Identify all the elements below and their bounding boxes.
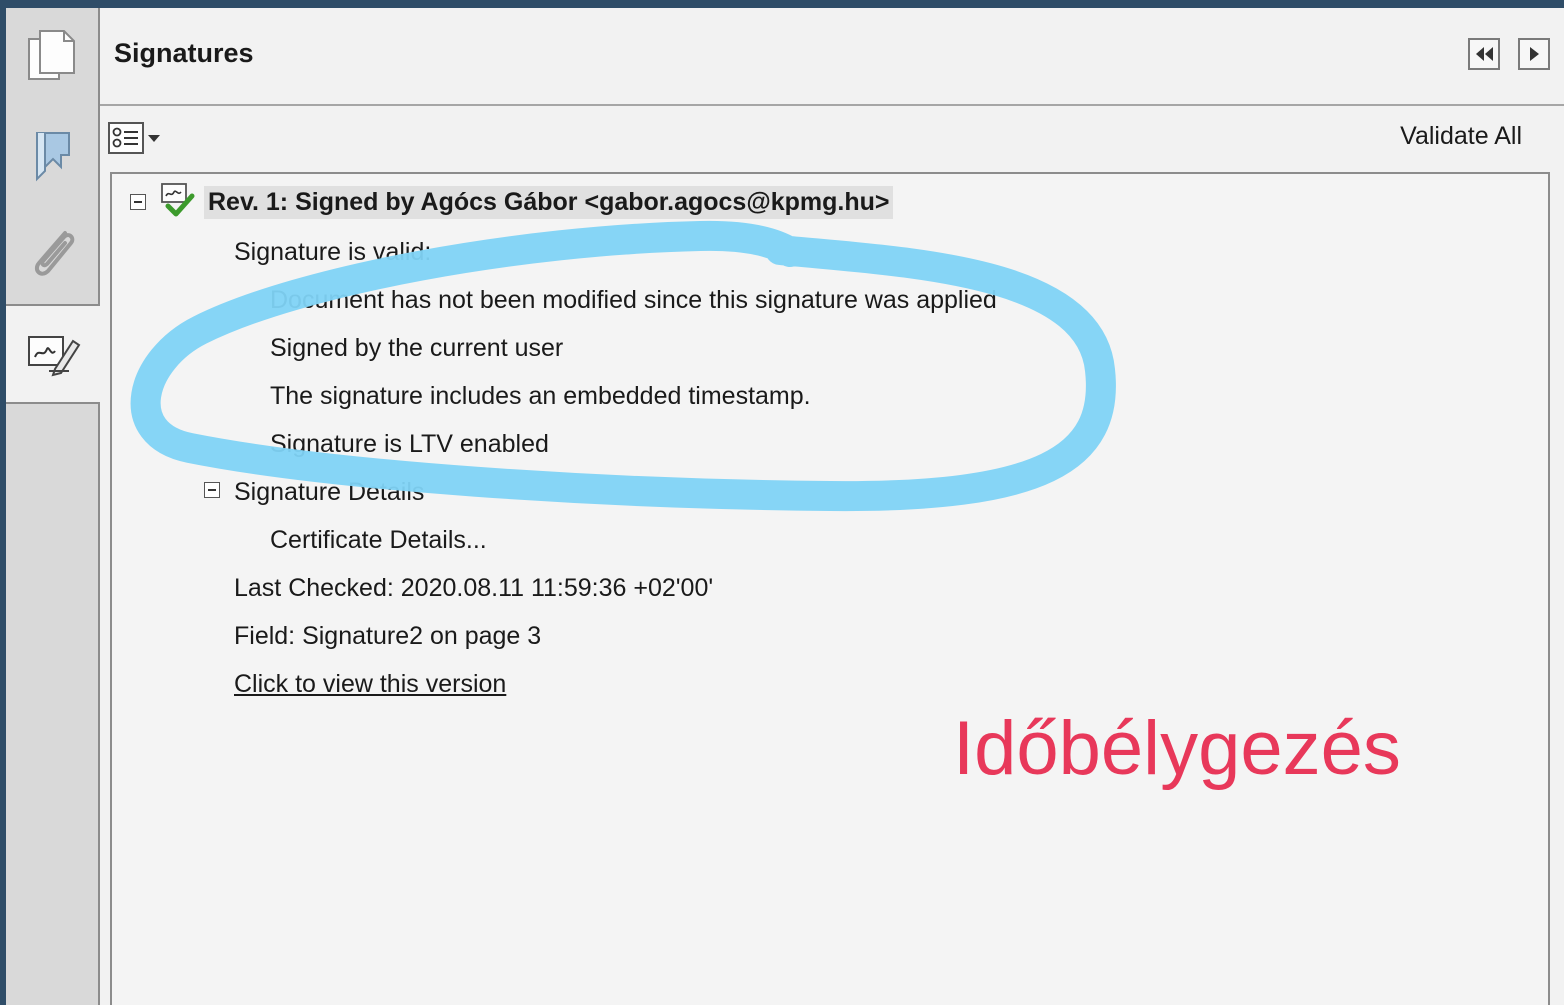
pages-icon — [28, 30, 75, 80]
panel-options-arrow-button[interactable] — [1518, 38, 1550, 70]
status-line-signed-by-current-user: Signed by the current user — [270, 334, 564, 362]
last-checked-text: Last Checked: 2020.08.11 11:59:36 +02'00… — [234, 574, 714, 602]
panel-title: Signatures — [114, 38, 254, 68]
signature-panel-icon — [28, 336, 81, 377]
collapse-panel-button[interactable] — [1468, 38, 1500, 70]
revision-title[interactable]: Rev. 1: Signed by Agócs Gábor <gabor.ago… — [204, 186, 894, 219]
signature-valid-icon — [161, 183, 195, 217]
signature-details-heading[interactable]: Signature Details — [234, 478, 424, 507]
signature-tree: Rev. 1: Signed by Agócs Gábor <gabor.ago… — [110, 172, 1550, 1005]
signature-field-text: Field: Signature2 on page 3 — [234, 622, 542, 650]
view-version-link[interactable]: Click to view this version — [234, 670, 506, 699]
validate-all-button[interactable]: Validate All — [1400, 122, 1522, 151]
attachment-icon — [34, 231, 75, 276]
signatures-toolbar: Validate All — [100, 106, 1564, 172]
certificate-details-link[interactable]: Certificate Details... — [270, 526, 487, 555]
nav-bookmarks-button[interactable] — [6, 108, 98, 204]
timestamp-annotation-caption: Időbélygezés — [953, 706, 1401, 791]
bookmark-icon — [36, 132, 70, 182]
status-line-ltv-enabled: Signature is LTV enabled — [270, 430, 549, 458]
right-arrow-icon — [1530, 47, 1539, 61]
collapse-revision-toggle[interactable] — [130, 194, 146, 210]
double-left-arrow-icon — [1476, 47, 1493, 61]
nav-pages-button[interactable] — [6, 8, 98, 104]
nav-attachments-button[interactable] — [6, 204, 98, 300]
signatures-panel-header: Signatures — [100, 8, 1564, 106]
chevron-down-icon — [148, 135, 160, 142]
window-frame-top — [0, 0, 1564, 8]
options-menu-button[interactable] — [108, 120, 168, 156]
status-line-not-modified: Document has not been modified since thi… — [270, 286, 997, 314]
navigation-rail — [6, 8, 100, 1005]
nav-signatures-button[interactable] — [6, 304, 100, 404]
collapse-details-toggle[interactable] — [204, 482, 220, 498]
list-options-icon — [108, 122, 144, 154]
signature-status-heading: Signature is valid: — [234, 238, 432, 266]
status-line-embedded-timestamp: The signature includes an embedded times… — [270, 382, 811, 410]
